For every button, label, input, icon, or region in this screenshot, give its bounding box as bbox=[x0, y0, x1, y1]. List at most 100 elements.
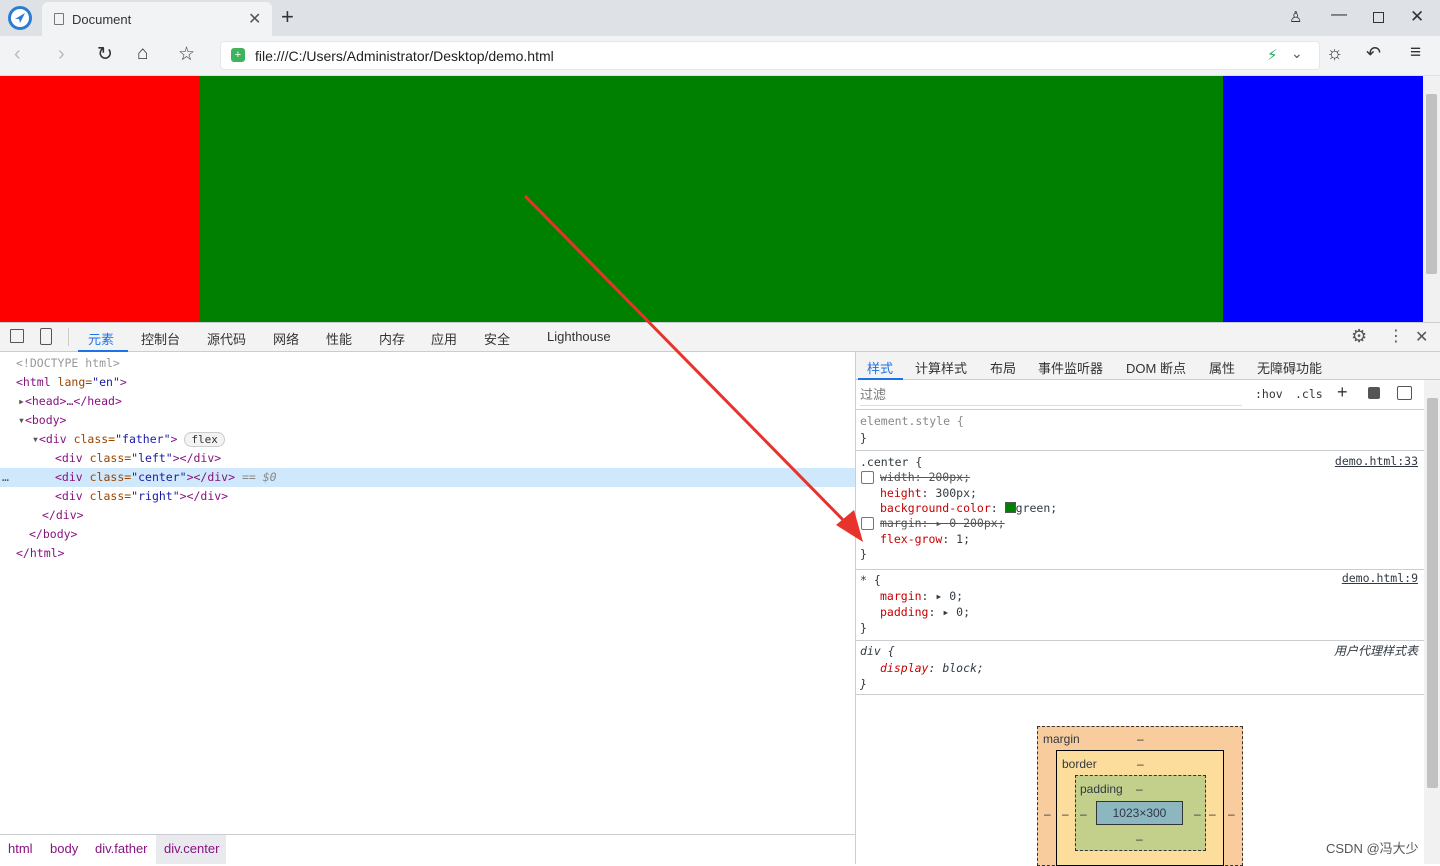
watermark: CSDN @冯大少 bbox=[1326, 841, 1419, 856]
tab-sources[interactable]: 源代码 bbox=[207, 329, 246, 348]
shirt-icon[interactable]: ♙ bbox=[1289, 8, 1302, 26]
tab-dom-breakpoints[interactable]: DOM 断点 bbox=[1126, 358, 1186, 377]
brightness-icon[interactable]: ☼ bbox=[1326, 43, 1343, 65]
rule-center: .center { width: 200px; height: 300px; b… bbox=[860, 455, 1058, 561]
cls-toggle[interactable]: .cls bbox=[1295, 387, 1323, 401]
crumb-html[interactable]: html bbox=[8, 841, 33, 856]
undo-icon[interactable]: ↶ bbox=[1366, 43, 1381, 64]
crumb-body[interactable]: body bbox=[50, 841, 78, 856]
decl-display: display: block; bbox=[880, 661, 984, 675]
tab-document[interactable]: Document ✕ bbox=[42, 2, 272, 36]
decl-margin-universal[interactable]: margin: ▸ 0; bbox=[880, 588, 963, 604]
page-viewport bbox=[0, 76, 1423, 322]
browser-logo-icon[interactable] bbox=[8, 6, 32, 30]
flex-badge[interactable]: flex bbox=[184, 432, 225, 447]
bookmark-star-icon[interactable]: ☆ bbox=[178, 43, 195, 66]
crumb-div-center[interactable]: div.center bbox=[164, 841, 219, 856]
devtools-tabbar: 元素 控制台 源代码 网络 性能 内存 应用 安全 Lighthouse ⚙ ⋮… bbox=[0, 322, 1440, 352]
settings-gear-icon[interactable]: ⚙ bbox=[1351, 326, 1367, 347]
decl-padding-universal[interactable]: padding: ▸ 0; bbox=[880, 604, 970, 620]
elements-tree: <!DOCTYPE html> <html lang="en"> ▸<head>… bbox=[0, 352, 855, 834]
tab-security[interactable]: 安全 bbox=[484, 329, 510, 348]
url-text[interactable]: file:///C:/Users/Administrator/Desktop/d… bbox=[255, 48, 554, 64]
dom-body-close[interactable]: </body> bbox=[29, 525, 77, 544]
menu-icon[interactable]: ≡ bbox=[1410, 42, 1421, 64]
tab-properties[interactable]: 属性 bbox=[1209, 358, 1235, 377]
tab-performance[interactable]: 性能 bbox=[326, 329, 352, 348]
checkbox-width[interactable] bbox=[861, 471, 874, 484]
source-link-universal[interactable]: demo.html:9 bbox=[1342, 571, 1418, 585]
box-model-content[interactable]: 1023×300 bbox=[1096, 801, 1183, 825]
dropdown-icon[interactable]: ⌄ bbox=[1291, 45, 1303, 62]
browser-toolbar: ‹ › ↻ ⌂ ☆ + file:///C:/Users/Administrat… bbox=[0, 36, 1440, 76]
tab-console[interactable]: 控制台 bbox=[141, 329, 180, 348]
tab-application[interactable]: 应用 bbox=[431, 329, 457, 348]
toggle-sidebar-icon[interactable] bbox=[1397, 386, 1412, 400]
forward-icon[interactable]: › bbox=[58, 43, 65, 66]
dom-head[interactable]: ▸<head>…</head> bbox=[18, 392, 122, 411]
back-icon[interactable]: ‹ bbox=[14, 43, 21, 66]
close-window-icon[interactable]: ✕ bbox=[1410, 7, 1424, 27]
source-link-center[interactable]: demo.html:33 bbox=[1335, 454, 1418, 468]
tab-accessibility[interactable]: 无障碍功能 bbox=[1257, 358, 1322, 377]
dom-html[interactable]: <html lang="en"> bbox=[16, 373, 127, 392]
dom-body[interactable]: ▾<body> bbox=[18, 411, 66, 430]
filter-input[interactable] bbox=[860, 384, 1242, 406]
box-model-margin[interactable]: margin – – – border – – – padding – – – … bbox=[1037, 726, 1243, 866]
page-scrollbar[interactable] bbox=[1423, 76, 1440, 322]
dom-div-center[interactable]: <div class="center"></div> == $0 bbox=[55, 468, 277, 487]
close-devtools-icon[interactable]: ✕ bbox=[1415, 327, 1428, 347]
more-options-icon[interactable]: ⋮ bbox=[1388, 326, 1404, 346]
paint-bucket-icon[interactable] bbox=[1368, 387, 1380, 399]
devtools-panel: 元素 控制台 源代码 网络 性能 内存 应用 安全 Lighthouse ⚙ ⋮… bbox=[0, 322, 1440, 866]
restore-icon[interactable] bbox=[1373, 12, 1384, 23]
styles-tabbar: 样式 计算样式 布局 事件监听器 DOM 断点 属性 无障碍功能 bbox=[856, 352, 1440, 380]
color-swatch[interactable] bbox=[1004, 502, 1016, 513]
tab-lighthouse[interactable]: Lighthouse bbox=[547, 329, 611, 344]
crumb-div-father[interactable]: div.father bbox=[95, 841, 148, 856]
decl-height[interactable]: height: 300px; bbox=[880, 485, 977, 501]
row-dots[interactable]: … bbox=[2, 468, 9, 487]
dom-html-close[interactable]: </html> bbox=[16, 544, 64, 563]
tab-layout[interactable]: 布局 bbox=[990, 358, 1016, 377]
box-model-border[interactable]: border – – – padding – – – – 1023×300 bbox=[1056, 750, 1224, 866]
dom-div-left[interactable]: <div class="left"></div> bbox=[55, 449, 221, 468]
dom-doctype[interactable]: <!DOCTYPE html> bbox=[16, 354, 120, 373]
tab-memory[interactable]: 内存 bbox=[379, 329, 405, 348]
tab-close-icon[interactable]: ✕ bbox=[248, 9, 261, 29]
tab-title: Document bbox=[72, 12, 132, 27]
filter-bar: :hov .cls + bbox=[856, 380, 1424, 410]
tab-elements[interactable]: 元素 bbox=[88, 329, 114, 348]
rule-universal: * { margin: ▸ 0; padding: ▸ 0; } bbox=[860, 573, 971, 635]
breadcrumb: html body div.father div.center bbox=[0, 834, 855, 864]
dom-div-father[interactable]: ▾<div class="father"> flex bbox=[32, 430, 225, 449]
box-left bbox=[0, 76, 200, 322]
minimize-icon[interactable]: — bbox=[1331, 6, 1347, 24]
lightning-icon[interactable]: ⚡ bbox=[1267, 46, 1278, 64]
new-tab-icon[interactable]: + bbox=[281, 4, 294, 30]
tab-computed[interactable]: 计算样式 bbox=[915, 358, 967, 377]
dom-div-close[interactable]: </div> bbox=[42, 506, 84, 525]
address-bar[interactable]: + file:///C:/Users/Administrator/Desktop… bbox=[220, 41, 1320, 70]
hov-toggle[interactable]: :hov bbox=[1255, 387, 1283, 401]
reload-icon[interactable]: ↻ bbox=[97, 43, 113, 66]
decl-background[interactable]: background-color: green; bbox=[880, 500, 1057, 516]
tab-strip: Document ✕ + ♙ — ✕ bbox=[0, 0, 1440, 36]
user-agent-label: 用户代理样式表 bbox=[1333, 644, 1418, 658]
decl-margin[interactable]: margin: ▸ 0 200px; bbox=[880, 515, 1005, 531]
styles-scrollbar[interactable] bbox=[1424, 380, 1440, 864]
device-toolbar-icon[interactable] bbox=[40, 328, 52, 345]
decl-width[interactable]: width: 200px; bbox=[880, 469, 970, 485]
box-model-padding[interactable]: padding – – – – 1023×300 bbox=[1075, 775, 1206, 851]
home-icon[interactable]: ⌂ bbox=[137, 43, 148, 65]
decl-flex-grow[interactable]: flex-grow: 1; bbox=[880, 531, 970, 547]
tab-network[interactable]: 网络 bbox=[273, 329, 299, 348]
tab-styles[interactable]: 样式 bbox=[867, 358, 893, 377]
checkbox-margin[interactable] bbox=[861, 517, 874, 530]
styles-sidebar: 样式 计算样式 布局 事件监听器 DOM 断点 属性 无障碍功能 :hov .c… bbox=[855, 352, 1440, 866]
inspect-icon[interactable] bbox=[10, 329, 24, 343]
dom-div-right[interactable]: <div class="right"></div> bbox=[55, 487, 228, 506]
tab-event-listeners[interactable]: 事件监听器 bbox=[1038, 358, 1103, 377]
box-center bbox=[200, 76, 1223, 322]
new-rule-plus-icon[interactable]: + bbox=[1337, 382, 1348, 403]
